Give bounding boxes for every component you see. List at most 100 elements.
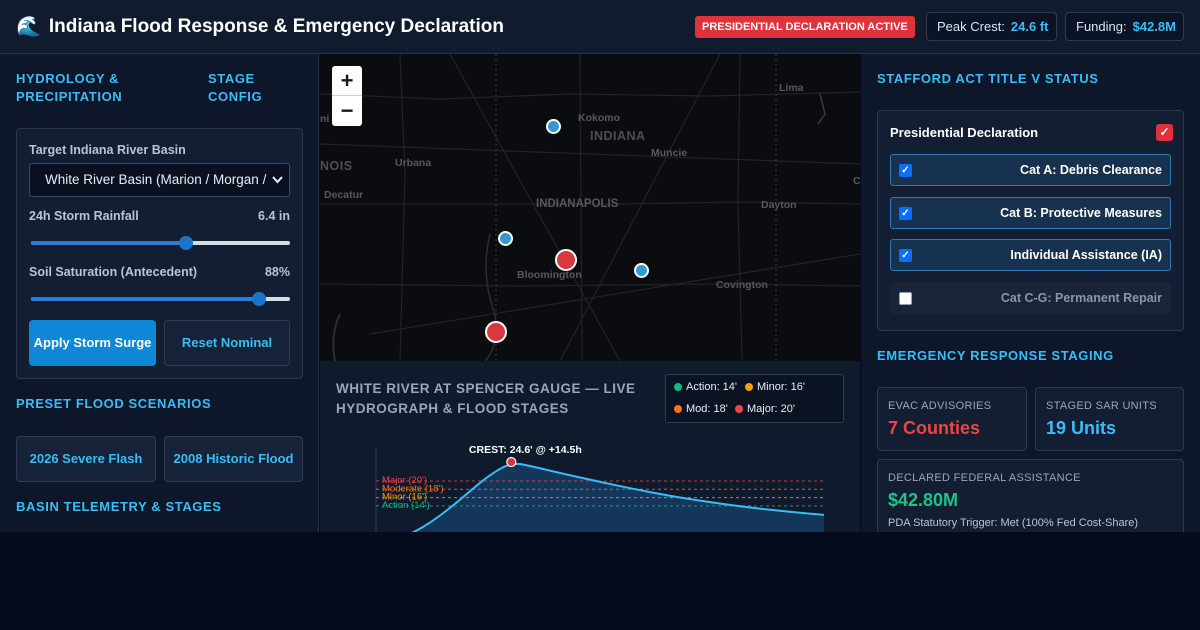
peak-crest-label: Peak Crest: [937,19,1005,34]
legend-label-minor: Minor: 16' [757,381,805,393]
map-city-bloomington: Bloomington [517,269,582,281]
legend-dot-major [735,405,743,413]
threshold-label-3: Action (14') [382,500,430,511]
staging-title: EMERGENCY RESPONSE STAGING [877,348,1114,363]
declaration-label: Presidential Declaration [890,125,1039,140]
evac-value: 7 Counties [888,418,981,438]
federal-assistance-card: DECLARED FEDERAL ASSISTANCE $42.80M PDA … [877,459,1184,539]
stafford-act-title: STAFFORD ACT TITLE V STATUS [877,71,1099,86]
map-city-lima: Lima [779,82,804,94]
gauge-marker-east-central[interactable] [634,263,649,278]
crest-annotation: CREST: 24.6' @ +14.5h [469,444,582,456]
app-header: 🌊 Indiana Flood Response & Emergency Dec… [0,0,1200,54]
soil-slider-fill [31,297,259,301]
crest-point [506,456,517,468]
sar-label: STAGED SAR UNITS [1046,400,1157,412]
legend-label-moderate: Mod: 18' [686,403,728,415]
funding-value: $42.8M [1132,19,1176,34]
category-checkbox-b[interactable]: ✓ [899,207,912,220]
category-label-a: Cat A: Debris Clearance [1020,163,1162,177]
map-city-decatur: Decatur [324,189,364,201]
category-label-ia: Individual Assistance (IA) [1010,248,1162,262]
gauge-marker-kokomo[interactable] [546,119,561,134]
category-row-cg[interactable]: Cat C-G: Permanent Repair [890,282,1171,314]
gauge-marker-west-central[interactable] [498,231,513,246]
app-title: Indiana Flood Response & Emergency Decla… [48,16,504,37]
reset-nominal-button[interactable]: Reset Nominal [164,320,290,366]
map-city-urbana: Urbana [395,157,432,169]
legend-label-major: Major: 20' [747,403,795,415]
declaration-checkbox[interactable]: ✓ [1156,124,1173,141]
rainfall-slider-thumb[interactable] [179,236,194,250]
map-city-indianapolis: INDIANAPOLIS [536,198,619,210]
hydrograph-title: WHITE RIVER AT SPENCER GAUGE — LIVE HYDR… [336,381,636,416]
sar-value: 19 Units [1046,418,1117,438]
rainfall-label: 24h Storm Rainfall [29,209,139,223]
legend-label-action: Action: 14' [686,381,738,393]
soil-value: 88% [264,265,290,279]
scenario-2026-button[interactable]: 2026 Severe Flash [16,436,156,482]
federal-value: $42.80M [888,490,959,510]
preset-scenarios-title: PRESET FLOOD SCENARIOS [16,396,212,411]
legend-item-moderate: Mod: 18' [674,403,728,415]
page-footer-area [0,532,1200,630]
right-panel: STAFFORD ACT TITLE V STATUS Presidential… [861,54,1200,539]
wave-icon: 🌊 [16,16,41,38]
hydrograph-chart: Major (20')Moderate (18')Minor (16')Acti… [375,444,825,543]
map-state-label-indiana: INDIANA [590,129,646,143]
gauge-marker-south-major[interactable] [485,321,507,343]
map-city-covington: Covington [716,279,768,291]
evac-advisories-card: EVAC ADVISORIES 7 Counties [877,387,1027,451]
gauge-marker-spencer-major[interactable] [555,249,577,271]
category-row-ia[interactable]: ✓ Individual Assistance (IA) [890,239,1171,271]
category-checkbox-a[interactable]: ✓ [899,164,912,177]
peak-crest-value: 24.6 ft [1010,19,1049,34]
basin-select-value: White River Basin (Marion / Morgan / [45,172,267,187]
legend-dot-moderate [674,405,682,413]
category-row-b[interactable]: ✓ Cat B: Protective Measures [890,197,1171,229]
basin-label: Target Indiana River Basin [29,143,186,157]
legend-item-minor: Minor: 16' [745,381,805,393]
map-city-kokomo: Kokomo [578,112,620,124]
federal-label: DECLARED FEDERAL ASSISTANCE [888,472,1081,484]
category-checkbox-ia[interactable]: ✓ [899,249,912,262]
legend-item-action: Action: 14' [674,381,737,393]
chevron-down-icon [272,164,283,196]
apply-storm-surge-button[interactable]: Apply Storm Surge [29,320,156,366]
funding-pill: Funding: $42.8M [1065,12,1184,41]
app-title-group: 🌊 Indiana Flood Response & Emergency Dec… [16,14,504,40]
tab-stage-config[interactable]: STAGE CONFIG [208,70,288,106]
rainfall-slider[interactable] [31,236,290,250]
storm-controls-card: Target Indiana River Basin White River B… [16,128,303,379]
declaration-card: Presidential Declaration ✓ ✓ Cat A: Debr… [877,110,1184,331]
basin-select[interactable]: White River Basin (Marion / Morgan / [29,163,290,197]
category-row-a[interactable]: ✓ Cat A: Debris Clearance [890,154,1171,186]
legend-item-major: Major: 20' [735,403,795,415]
declaration-status-badge: PRESIDENTIAL DECLARATION ACTIVE [695,16,915,38]
app-root: 🌊 Indiana Flood Response & Emergency Dec… [0,0,1200,630]
scenario-2008-button[interactable]: 2008 Historic Flood [164,436,303,482]
rainfall-value: 6.4 in [258,209,290,223]
flood-map[interactable]: INDIANA NOIS Kokomo Urbana Muncie Decatu… [320,54,860,361]
soil-slider[interactable] [31,292,290,306]
map-state-label-illinois: NOIS [320,159,353,173]
category-label-cg: Cat C-G: Permanent Repair [1000,291,1162,305]
legend-dot-minor [745,383,753,391]
sar-units-card: STAGED SAR UNITS 19 Units [1035,387,1184,451]
map-city-dayton: Dayton [761,199,797,211]
flood-stage-legend: Action: 14' Minor: 16' Mod: 18' Major: 2… [665,374,844,423]
legend-dot-action [674,383,682,391]
map-edge-label-east: C [853,175,860,187]
category-label-b: Cat B: Protective Measures [1000,206,1162,220]
soil-label: Soil Saturation (Antecedent) [29,265,198,279]
pda-trigger-text: PDA Statutory Trigger: Met (100% Fed Cos… [888,517,1139,529]
zoom-out-button[interactable]: − [332,96,362,126]
left-panel: HYDROLOGY & PRECIPITATION STAGE CONFIG T… [0,54,319,532]
map-zoom-control: + − [332,66,362,126]
evac-label: EVAC ADVISORIES [888,400,992,412]
telemetry-title: BASIN TELEMETRY & STAGES [16,499,222,514]
zoom-in-button[interactable]: + [332,66,362,96]
soil-slider-thumb[interactable] [251,292,266,306]
category-checkbox-cg[interactable] [899,292,912,305]
tab-hydrology[interactable]: HYDROLOGY & PRECIPITATION [16,70,166,106]
